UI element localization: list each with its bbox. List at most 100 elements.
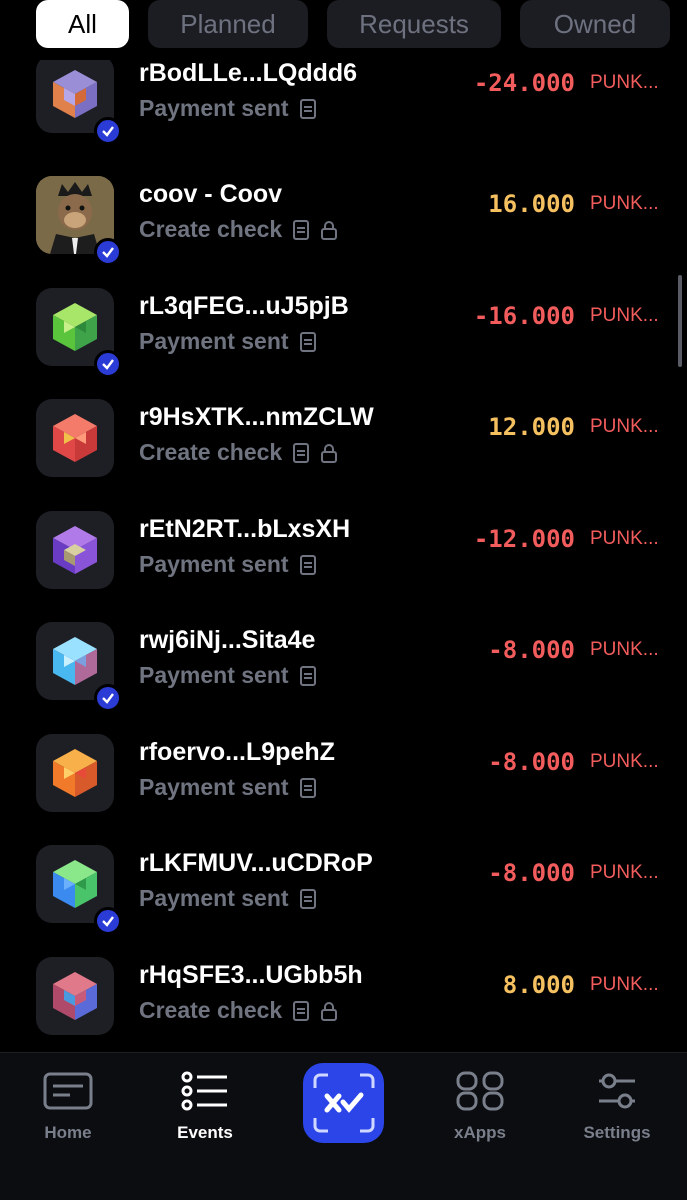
token-cube-icon	[53, 526, 97, 574]
event-currency: PUNK...	[590, 416, 659, 437]
token-cube-icon	[53, 414, 97, 462]
verified-badge-icon	[94, 350, 122, 378]
token-cube-icon	[53, 860, 97, 908]
event-title: rBodLLe...LQddd6	[139, 60, 358, 87]
filter-tabs: All Planned Requests Owned	[0, 0, 687, 60]
event-currency: PUNK...	[590, 751, 659, 772]
scan-button[interactable]	[303, 1063, 384, 1143]
event-currency: PUNK...	[590, 974, 659, 995]
event-subtitle: Payment sent	[139, 95, 317, 122]
event-subtitle: Create check	[139, 997, 338, 1024]
token-cube-icon	[53, 303, 97, 351]
verified-badge-icon	[94, 684, 122, 712]
event-row[interactable]: rwj6iNj...Sita4e Payment sent -8.000 PUN…	[0, 622, 687, 733]
verified-badge-icon	[94, 907, 122, 935]
apps-grid-icon	[456, 1071, 504, 1111]
event-currency: PUNK...	[590, 639, 659, 660]
document-icon	[299, 98, 316, 119]
event-title: rEtN2RT...bLxsXH	[139, 515, 351, 543]
event-title: rwj6iNj...Sita4e	[139, 626, 316, 654]
event-amount: 12.000	[488, 413, 575, 441]
document-icon	[299, 888, 316, 909]
tab-planned[interactable]: Planned	[148, 0, 308, 48]
avatar	[36, 957, 114, 1035]
event-row[interactable]: rHqSFE3...UGbb5h Create check 8.000 PUNK…	[0, 957, 687, 1052]
event-amount: -8.000	[488, 748, 575, 776]
lock-icon	[321, 1001, 338, 1021]
event-subtitle: Create check	[139, 216, 338, 243]
event-row[interactable]: rEtN2RT...bLxsXH Payment sent -12.000 PU…	[0, 511, 687, 622]
document-icon	[299, 331, 316, 352]
event-title: rfoervo...L9pehZ	[139, 738, 335, 766]
event-currency: PUNK...	[590, 528, 659, 549]
event-amount: -24.000	[473, 69, 575, 97]
event-amount: -16.000	[473, 302, 575, 330]
event-row[interactable]: rL3qFEG...uJ5pjB Payment sent -16.000 PU…	[0, 288, 687, 399]
event-amount: -12.000	[473, 525, 575, 553]
lock-icon	[321, 443, 338, 463]
nav-events-label: Events	[177, 1123, 233, 1142]
verified-badge-icon	[94, 238, 122, 266]
tab-requests[interactable]: Requests	[327, 0, 501, 48]
event-row[interactable]: rBodLLe...LQddd6 Payment sent -24.000 PU…	[0, 60, 687, 166]
event-title: coov - Coov	[139, 180, 283, 208]
event-currency: PUNK...	[590, 193, 659, 214]
lock-icon	[321, 220, 338, 240]
document-icon	[293, 442, 310, 463]
xv-scan-icon	[313, 1073, 374, 1133]
scrollbar[interactable]	[678, 275, 682, 367]
nav-settings-label: Settings	[583, 1123, 651, 1142]
event-amount: 8.000	[502, 971, 575, 999]
avatar	[36, 511, 114, 589]
token-cube-icon	[53, 972, 97, 1020]
events-list-icon	[181, 1071, 227, 1111]
event-type-label: Payment sent	[139, 95, 289, 121]
event-type-label: Payment sent	[139, 551, 289, 577]
event-currency: PUNK...	[590, 72, 659, 93]
token-cube-icon	[53, 749, 97, 797]
event-type-label: Create check	[139, 216, 283, 242]
event-title: rL3qFEG...uJ5pjB	[139, 292, 349, 320]
document-icon	[293, 1000, 310, 1021]
event-list[interactable]: rBodLLe...LQddd6 Payment sent -24.000 PU…	[0, 60, 687, 1052]
event-title: r9HsXTK...nmZCLW	[139, 403, 374, 431]
nav-xapps[interactable]: xApps	[425, 1071, 535, 1143]
event-subtitle: Payment sent	[139, 774, 317, 801]
event-subtitle: Create check	[139, 439, 338, 466]
event-amount: 16.000	[488, 190, 575, 218]
token-cube-icon	[53, 70, 97, 118]
document-icon	[293, 219, 310, 240]
event-row[interactable]: r9HsXTK...nmZCLW Create check 12.000 PUN…	[0, 399, 687, 510]
event-subtitle: Payment sent	[139, 662, 317, 689]
document-icon	[299, 554, 316, 575]
event-currency: PUNK...	[590, 862, 659, 883]
nav-home[interactable]: Home	[13, 1071, 123, 1143]
event-title: rLKFMUV...uCDRoP	[139, 849, 373, 877]
event-subtitle: Payment sent	[139, 551, 317, 578]
home-icon	[43, 1072, 93, 1110]
event-type-label: Payment sent	[139, 885, 289, 911]
event-type-label: Create check	[139, 439, 283, 465]
event-currency: PUNK...	[590, 305, 659, 326]
event-row[interactable]: rLKFMUV...uCDRoP Payment sent -8.000 PUN…	[0, 845, 687, 956]
event-subtitle: Payment sent	[139, 885, 317, 912]
token-cube-icon	[53, 637, 97, 685]
event-type-label: Payment sent	[139, 774, 289, 800]
nav-settings[interactable]: Settings	[562, 1071, 672, 1143]
avatar	[36, 734, 114, 812]
event-title: rHqSFE3...UGbb5h	[139, 961, 363, 989]
event-row[interactable]: rfoervo...L9pehZ Payment sent -8.000 PUN…	[0, 734, 687, 845]
tab-all[interactable]: All	[36, 0, 129, 48]
nav-events[interactable]: Events	[150, 1071, 260, 1143]
event-type-label: Payment sent	[139, 662, 289, 688]
document-icon	[299, 777, 316, 798]
document-icon	[299, 665, 316, 686]
event-type-label: Create check	[139, 997, 283, 1023]
verified-badge-icon	[94, 117, 122, 145]
event-type-label: Payment sent	[139, 328, 289, 354]
event-amount: -8.000	[488, 636, 575, 664]
nav-home-label: Home	[44, 1123, 92, 1142]
event-row[interactable]: coov - Coov Create check 16.000 PUNK...	[0, 176, 687, 287]
nav-xapps-label: xApps	[454, 1123, 506, 1142]
tab-owned[interactable]: Owned	[520, 0, 670, 48]
